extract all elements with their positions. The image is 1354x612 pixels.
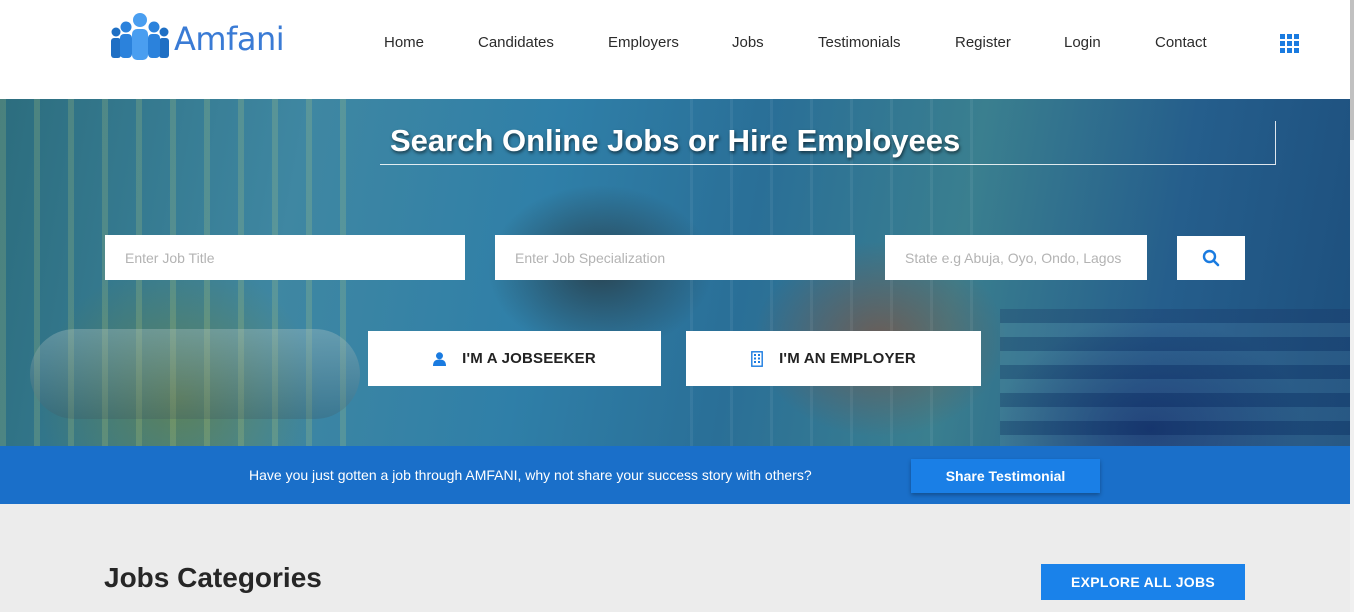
- jobseeker-button[interactable]: I'M A JOBSEEKER: [368, 331, 661, 386]
- job-title-input[interactable]: [105, 235, 465, 280]
- explore-all-jobs-button[interactable]: EXPLORE ALL JOBS: [1041, 564, 1245, 600]
- logo[interactable]: Amfani: [109, 12, 285, 62]
- jobseeker-label: I'M A JOBSEEKER: [462, 350, 596, 367]
- brand-name: Amfani: [174, 20, 285, 58]
- scrollbar-thumb[interactable]: [1350, 0, 1354, 140]
- nav-register[interactable]: Register: [955, 34, 1011, 51]
- hero-photo-pipes: [30, 329, 360, 419]
- nav-testimonials[interactable]: Testimonials: [818, 34, 901, 51]
- building-icon: [751, 350, 763, 367]
- share-testimonial-button[interactable]: Share Testimonial: [911, 459, 1100, 493]
- testimonial-bar: Have you just gotten a job through AMFAN…: [0, 446, 1350, 504]
- job-specialization-input[interactable]: [495, 235, 855, 280]
- user-icon: [433, 351, 447, 366]
- people-logo-icon: [111, 13, 169, 60]
- nav-candidates[interactable]: Candidates: [478, 34, 554, 51]
- hero-photo-classroom: [1000, 309, 1350, 446]
- nav-home[interactable]: Home: [384, 34, 424, 51]
- employer-button[interactable]: I'M AN EMPLOYER: [686, 331, 981, 386]
- search-icon: [1202, 249, 1220, 267]
- site-header: Amfani Home Candidates Employers Jobs Te…: [0, 0, 1354, 99]
- testimonial-prompt: Have you just gotten a job through AMFAN…: [249, 467, 812, 483]
- hero-title: Search Online Jobs or Hire Employees: [390, 123, 961, 158]
- nav-jobs[interactable]: Jobs: [732, 34, 764, 51]
- hero-banner: Search Online Jobs or Hire Employees I'M…: [0, 99, 1350, 446]
- nav-login[interactable]: Login: [1064, 34, 1101, 51]
- employer-label: I'M AN EMPLOYER: [779, 350, 916, 367]
- search-button[interactable]: [1177, 236, 1245, 280]
- state-input[interactable]: [885, 235, 1147, 280]
- nav-contact[interactable]: Contact: [1155, 34, 1207, 51]
- grid-menu-icon[interactable]: [1280, 34, 1299, 53]
- nav-employers[interactable]: Employers: [608, 34, 679, 51]
- jobs-categories-heading: Jobs Categories: [104, 562, 322, 593]
